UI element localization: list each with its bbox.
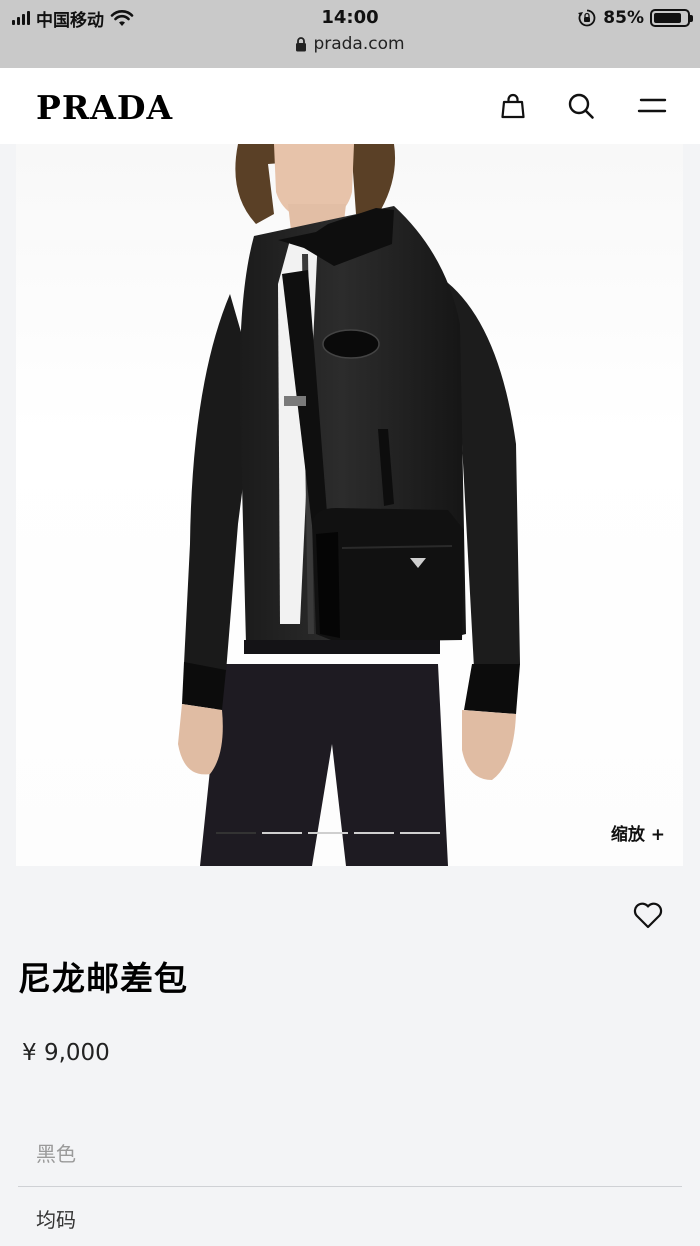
status-right: 85% <box>577 6 693 30</box>
address-bar[interactable]: prada.com <box>0 34 700 54</box>
status-bar: 中国移动 14:00 prada.com 85% <box>0 0 700 68</box>
product-price: ¥ 9,000 <box>22 1040 110 1066</box>
color-value: 黑色 <box>36 1141 76 1166</box>
rotation-lock-icon <box>578 9 596 27</box>
gallery-dot[interactable] <box>308 832 348 834</box>
site-header: PRADA <box>0 68 700 144</box>
lock-icon <box>296 36 307 51</box>
product-image[interactable]: 缩放 + <box>16 144 683 866</box>
gallery-dot[interactable] <box>262 832 302 834</box>
gallery-dot[interactable] <box>400 832 440 834</box>
size-value: 均码 <box>36 1207 76 1232</box>
heart-icon[interactable] <box>632 900 664 930</box>
zoom-button[interactable]: 缩放 + <box>611 820 665 845</box>
search-icon[interactable] <box>565 90 597 122</box>
size-selector[interactable]: 均码 <box>18 1190 682 1246</box>
battery-icon <box>650 9 693 27</box>
gallery-dot[interactable] <box>216 832 256 834</box>
color-selector[interactable]: 黑色 <box>18 1118 682 1186</box>
product-name: 尼龙邮差包 <box>18 959 188 998</box>
menu-icon[interactable] <box>636 90 668 122</box>
gallery-dot[interactable] <box>354 832 394 834</box>
gallery-pagination <box>216 832 440 834</box>
shopping-bag-icon[interactable] <box>497 90 529 122</box>
url-text: prada.com <box>313 34 405 54</box>
divider <box>18 1186 682 1187</box>
prada-logo[interactable]: PRADA <box>36 88 173 127</box>
battery-percent: 85% <box>603 8 644 28</box>
product-photo <box>178 144 520 866</box>
